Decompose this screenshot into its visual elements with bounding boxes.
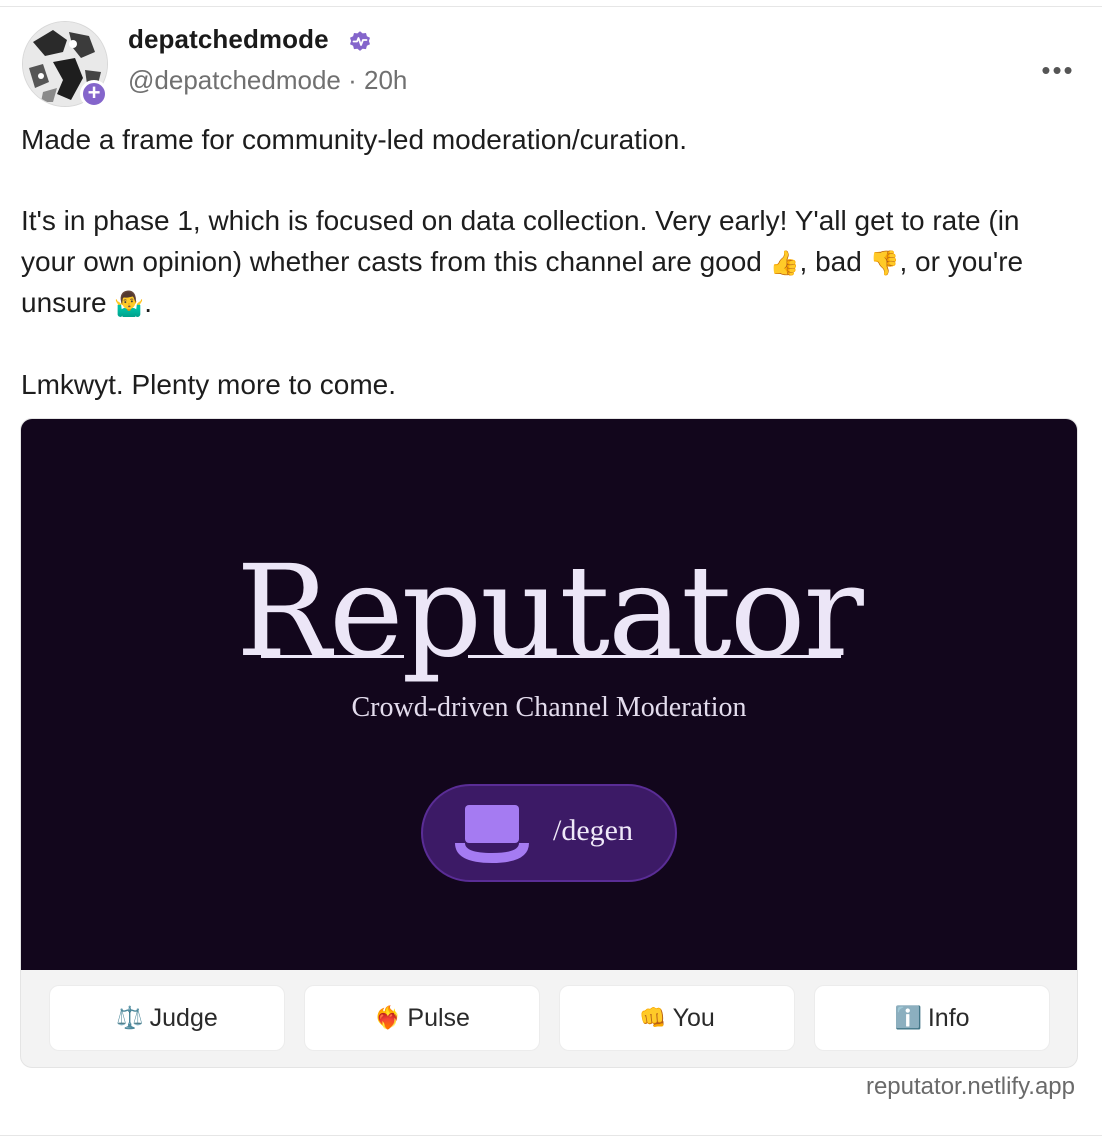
info-button[interactable]: ℹ️ Info <box>814 985 1050 1051</box>
channel-name: /degen <box>553 814 633 847</box>
follow-plus-icon[interactable]: + <box>80 80 108 108</box>
thumbs-up-icon: 👍 <box>769 248 800 277</box>
post-body: Made a frame for community-led moderatio… <box>21 120 1081 406</box>
post-paragraph: It's in phase 1, which is focused on dat… <box>21 201 1081 325</box>
post-paragraph: Lmkwyt. Plenty more to come. <box>21 369 397 400</box>
author-avatar[interactable]: + <box>22 21 108 108</box>
pulse-button[interactable]: ❤️‍🔥 Pulse <box>304 985 540 1051</box>
frame-domain-link[interactable]: reputator.netlify.app <box>866 1073 1075 1101</box>
post-paragraph: Made a frame for community-led moderatio… <box>21 124 688 155</box>
scales-icon: ⚖️ <box>116 1005 144 1031</box>
author-meta: @depatchedmode · 20h <box>128 65 407 96</box>
title-underline <box>468 655 841 658</box>
button-label: Pulse <box>407 1003 470 1032</box>
you-button[interactable]: 👊 You <box>559 985 795 1051</box>
button-label: Judge <box>149 1003 218 1032</box>
top-divider <box>0 6 1102 7</box>
judge-button[interactable]: ⚖️ Judge <box>49 985 285 1051</box>
author-display-name[interactable]: depatchedmode <box>128 24 329 55</box>
top-hat-icon <box>455 805 529 863</box>
fist-icon: 👊 <box>639 1005 667 1031</box>
bottom-divider <box>0 1135 1102 1136</box>
post-timestamp[interactable]: 20h <box>364 65 407 95</box>
button-label: You <box>672 1003 715 1032</box>
meta-separator: · <box>348 65 357 95</box>
post-text-segment: . <box>144 287 153 318</box>
frame-card: Reputator Crowd-driven Channel Moderatio… <box>20 418 1078 1068</box>
frame-title: Reputator <box>236 538 864 685</box>
title-underline <box>261 655 404 658</box>
thumbs-down-icon: 👎 <box>869 248 900 277</box>
author-handle[interactable]: @depatchedmode <box>128 65 341 95</box>
verified-badge-icon <box>350 31 370 51</box>
frame-subtitle: Crowd-driven Channel Moderation <box>351 692 747 723</box>
heart-on-fire-icon: ❤️‍🔥 <box>374 1005 402 1031</box>
shrug-icon: 🤷‍♂️ <box>114 290 145 318</box>
info-icon: ℹ️ <box>894 1005 922 1031</box>
more-options-icon[interactable]: ••• <box>1040 57 1076 83</box>
channel-pill: /degen <box>421 784 677 882</box>
frame-button-row: ⚖️ Judge ❤️‍🔥 Pulse 👊 You ℹ️ Info <box>49 985 1050 1051</box>
post-text-segment: , bad <box>799 245 870 277</box>
button-label: Info <box>927 1003 970 1032</box>
frame-image[interactable]: Reputator Crowd-driven Channel Moderatio… <box>21 419 1077 970</box>
